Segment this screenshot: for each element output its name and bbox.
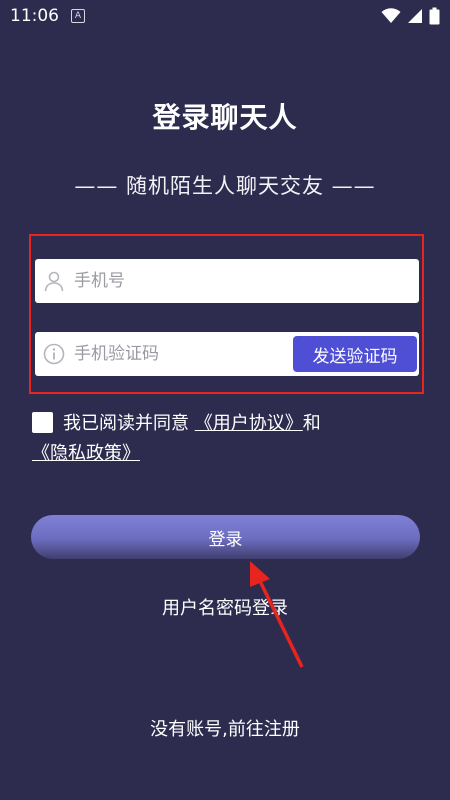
status-icons [381, 7, 440, 25]
page-subtitle: —— 随机陌生人聊天交友 —— [74, 174, 376, 198]
verification-code-input[interactable] [74, 332, 293, 376]
battery-icon [429, 7, 440, 25]
password-login-link[interactable]: 用户名密码登录 [0, 594, 450, 620]
annotation-arrow-icon [250, 561, 304, 668]
agreement-row: 我已阅读并同意 《用户协议》和《隐私政策》 [32, 409, 422, 469]
send-code-button[interactable]: 发送验证码 [293, 336, 417, 372]
phone-input[interactable] [74, 259, 419, 303]
signal-icon [408, 9, 422, 23]
user-icon [44, 271, 64, 292]
register-link[interactable]: 没有账号,前往注册 [0, 715, 450, 741]
verification-code-field[interactable]: 发送验证码 [35, 332, 419, 376]
a-icon: A [71, 9, 85, 23]
user-agreement-link[interactable]: 《用户协议》 [195, 413, 303, 434]
agreement-checkbox[interactable] [32, 412, 53, 433]
wifi-icon [381, 8, 401, 23]
page-title: 登录聊天人 [152, 101, 298, 134]
login-button[interactable]: 登录 [31, 515, 420, 559]
status-time: 11:06 [10, 6, 59, 26]
info-icon [43, 343, 65, 365]
status-bar: 11:06 A [0, 0, 450, 32]
agreement-text: 我已阅读并同意 [63, 413, 189, 434]
privacy-policy-link[interactable]: 《隐私政策》 [32, 443, 140, 464]
agreement-and-text: 和 [302, 413, 321, 434]
phone-field[interactable] [35, 259, 419, 303]
